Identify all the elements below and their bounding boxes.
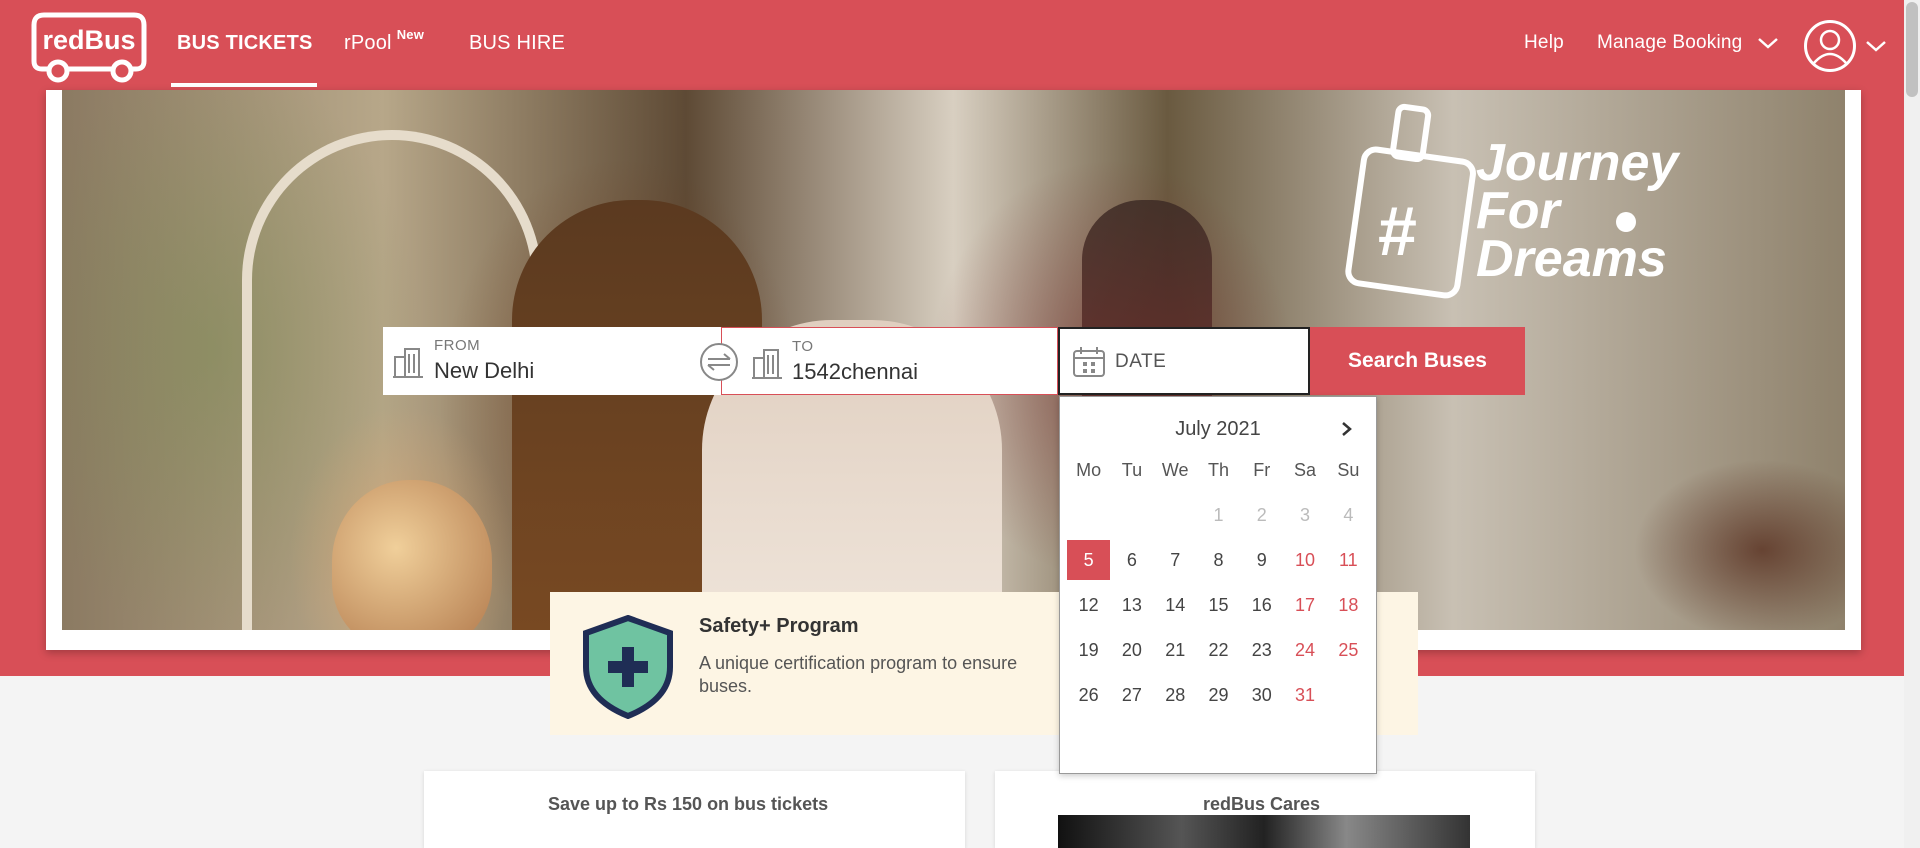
calendar-empty-cell: [1154, 495, 1197, 535]
calendar-day-weekend[interactable]: 24: [1283, 630, 1326, 670]
redbus-cares-title: redBus Cares: [1203, 794, 1321, 814]
date-picker-calendar: July 2021 Mo Tu We Th Fr Sa Su 1 2 3 4 5…: [1059, 396, 1377, 774]
calendar-day[interactable]: 20: [1110, 630, 1153, 670]
calendar-empty-cell: [1327, 675, 1370, 715]
hero-vase: [332, 480, 492, 630]
calendar-week: 1 2 3 4: [1067, 495, 1370, 535]
to-label: TO: [792, 338, 814, 355]
weekday-label: Tu: [1121, 459, 1143, 480]
safety-title: Safety+ Program: [699, 615, 859, 637]
calendar-day-weekend[interactable]: 10: [1283, 540, 1326, 580]
calendar-day[interactable]: 9: [1240, 540, 1283, 580]
nav-active-underline: [171, 83, 317, 87]
swap-arrows-icon: [707, 353, 731, 371]
dreams-text: Dreams: [1476, 230, 1667, 288]
nav-rpool[interactable]: rPool New: [344, 27, 424, 55]
calendar-icon: [1073, 347, 1105, 377]
to-value[interactable]: 1542chennai: [792, 359, 918, 385]
calendar-day-disabled: 1: [1213, 504, 1224, 525]
calendar-day-weekend[interactable]: 11: [1327, 540, 1370, 580]
calendar-month-label: July 2021: [1175, 418, 1261, 440]
city-building-icon: [393, 348, 423, 378]
user-avatar[interactable]: [1804, 20, 1856, 72]
calendar-day-weekend[interactable]: 17: [1283, 585, 1326, 625]
scrollbar-thumb[interactable]: [1906, 2, 1918, 97]
weekday-label: Sa: [1294, 459, 1317, 480]
calendar-day[interactable]: 23: [1240, 630, 1283, 670]
calendar-day-disabled: 2: [1256, 504, 1267, 525]
calendar-week: 5 6 7 8 9 10 11: [1067, 540, 1370, 580]
to-field[interactable]: TO 1542chennai: [721, 327, 1058, 395]
account-chevron-down-icon[interactable]: [1864, 38, 1888, 54]
calendar-day[interactable]: 30: [1240, 675, 1283, 715]
calendar-day-weekend[interactable]: 18: [1327, 585, 1370, 625]
safety-description: A unique certification program to ensure…: [699, 653, 1018, 696]
calendar-week: 26 27 28 29 30 31: [1067, 675, 1370, 715]
from-field[interactable]: FROM New Delhi: [383, 327, 721, 395]
calendar-day-selected[interactable]: 5: [1067, 540, 1111, 580]
calendar-day[interactable]: 26: [1067, 675, 1110, 715]
calendar-day[interactable]: 16: [1240, 585, 1283, 625]
user-icon: [1813, 29, 1847, 64]
nav-rpool-label: rPool: [344, 32, 392, 54]
redbus-logo[interactable]: redBus: [30, 9, 148, 83]
calendar-day[interactable]: 7: [1154, 540, 1197, 580]
from-label: FROM: [434, 337, 481, 354]
calendar-day[interactable]: 13: [1110, 585, 1153, 625]
help-link[interactable]: Help: [1524, 32, 1564, 54]
calendar-week: 19 20 21 22 23 24 25: [1067, 630, 1370, 670]
calendar-day[interactable]: 19: [1067, 630, 1110, 670]
weekday-label: Fr: [1253, 459, 1271, 480]
new-badge: New: [396, 27, 425, 42]
calendar-empty-cell: [1067, 495, 1110, 535]
weekday-label: We: [1161, 459, 1189, 480]
calendar-day[interactable]: 21: [1154, 630, 1197, 670]
search-buses-button[interactable]: Search Buses: [1310, 327, 1525, 395]
city-building-icon: [752, 349, 782, 379]
offers-card-title: Save up to Rs 150 on bus tickets: [548, 794, 829, 814]
from-value[interactable]: New Delhi: [434, 358, 534, 384]
svg-text:#: #: [1378, 192, 1417, 270]
nav-bus-hire[interactable]: BUS HIRE: [469, 32, 565, 55]
manage-booking-menu[interactable]: Manage Booking: [1597, 32, 1780, 54]
page-scrollbar[interactable]: [1904, 0, 1920, 848]
weekday-label: Su: [1337, 459, 1360, 480]
calendar-day-disabled: 4: [1343, 504, 1354, 525]
weekday-label: Mo: [1076, 459, 1102, 480]
shield-plus-icon: [583, 615, 673, 719]
calendar-day[interactable]: 15: [1197, 585, 1240, 625]
manage-booking-label: Manage Booking: [1597, 32, 1743, 53]
calendar-day[interactable]: 29: [1197, 675, 1240, 715]
top-header: redBus BUS TICKETS rPool New BUS HIRE Hel…: [0, 0, 1904, 90]
calendar-day[interactable]: 28: [1154, 675, 1197, 715]
redbus-cares-image: [1058, 815, 1470, 848]
calendar-day[interactable]: 6: [1110, 540, 1153, 580]
calendar-day[interactable]: 27: [1110, 675, 1153, 715]
calendar-day[interactable]: 12: [1067, 585, 1110, 625]
date-field[interactable]: DATE: [1058, 327, 1310, 395]
calendar-empty-cell: [1110, 495, 1153, 535]
swap-cities-button[interactable]: [700, 343, 738, 381]
date-placeholder: DATE: [1115, 351, 1167, 372]
nav-bus-tickets[interactable]: BUS TICKETS: [177, 32, 313, 55]
calendar-day[interactable]: 14: [1154, 585, 1197, 625]
logo-text: redBus: [42, 25, 135, 55]
calendar-day-disabled: 3: [1300, 504, 1311, 525]
calendar-day-weekend[interactable]: 25: [1327, 630, 1370, 670]
chevron-right-icon[interactable]: [1338, 421, 1354, 437]
calendar-day-weekend[interactable]: 31: [1283, 675, 1326, 715]
calendar-week: 12 13 14 15 16 17 18: [1067, 585, 1370, 625]
chevron-down-icon: [1758, 38, 1778, 49]
calendar-day[interactable]: 22: [1197, 630, 1240, 670]
calendar-day[interactable]: 8: [1197, 540, 1240, 580]
journey-for-dreams-logo: # Journey For Dreams: [1345, 103, 1681, 299]
calendar-weekday-header: Mo Tu We Th Fr Sa Su: [1067, 450, 1370, 490]
weekday-label: Th: [1207, 459, 1229, 480]
